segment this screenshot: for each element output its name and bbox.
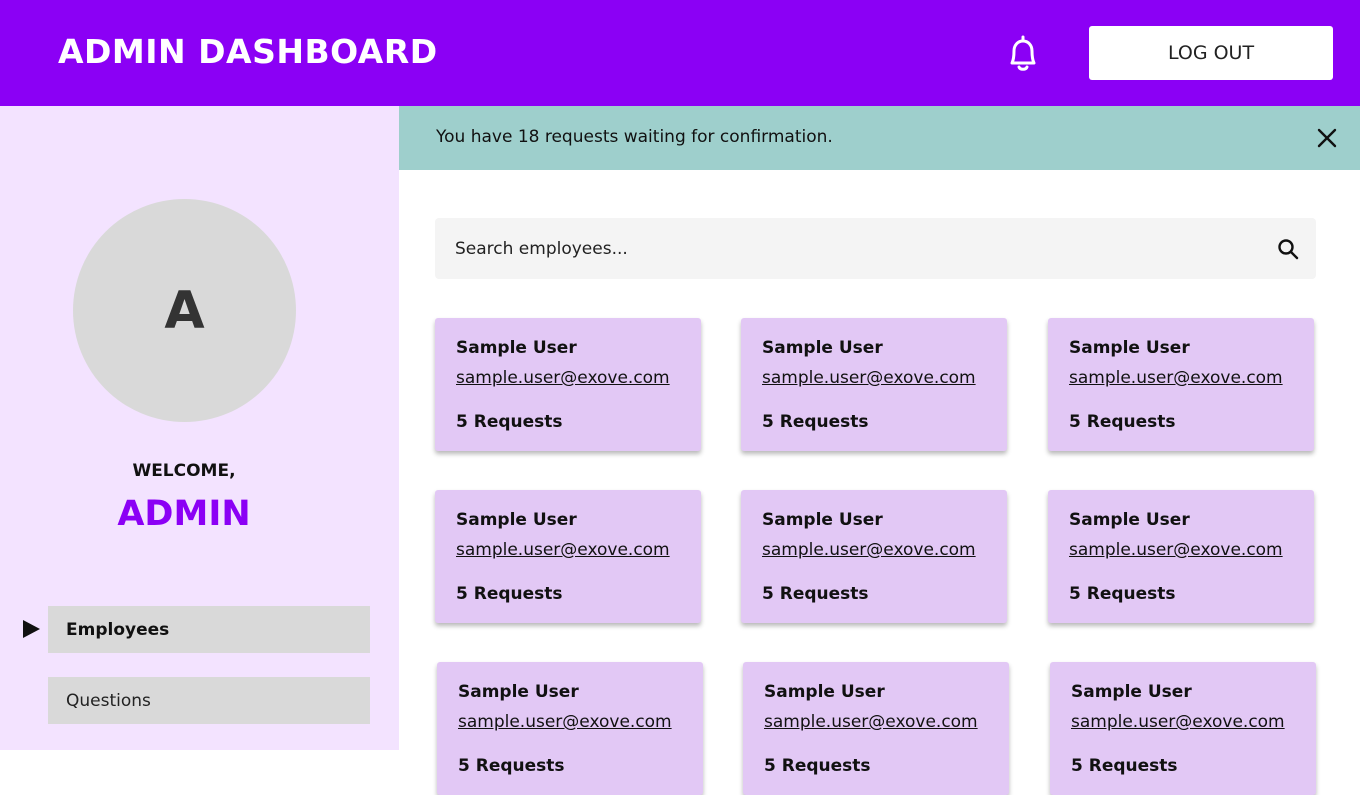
employee-requests: 5 Requests bbox=[1069, 412, 1176, 432]
search-bar bbox=[435, 218, 1316, 279]
main-content: You have 18 requests waiting for confirm… bbox=[399, 106, 1360, 795]
banner-message: You have 18 requests waiting for confirm… bbox=[436, 127, 833, 147]
sidebar-item-employees[interactable]: Employees bbox=[48, 606, 370, 653]
sidebar: A WELCOME, ADMIN Employees Questions bbox=[0, 106, 399, 750]
employee-requests: 5 Requests bbox=[762, 584, 869, 604]
employee-card[interactable]: Sample User sample.user@exove.com 5 Requ… bbox=[435, 318, 701, 451]
employee-email-link[interactable]: sample.user@exove.com bbox=[1071, 712, 1316, 756]
search-input[interactable] bbox=[435, 218, 1255, 279]
search-icon[interactable] bbox=[1277, 238, 1299, 260]
logout-button[interactable]: LOG OUT bbox=[1089, 26, 1333, 80]
employee-requests: 5 Requests bbox=[762, 412, 869, 432]
employee-name: Sample User bbox=[764, 682, 885, 702]
employee-name: Sample User bbox=[1069, 510, 1190, 530]
employee-requests: 5 Requests bbox=[764, 756, 871, 776]
sidebar-item-label: Employees bbox=[66, 619, 170, 640]
avatar: A bbox=[73, 199, 296, 422]
employee-email-link[interactable]: sample.user@exove.com bbox=[456, 368, 701, 412]
employee-email-link[interactable]: sample.user@exove.com bbox=[1069, 368, 1314, 412]
employee-name: Sample User bbox=[762, 510, 883, 530]
employee-requests: 5 Requests bbox=[1071, 756, 1178, 776]
employee-card[interactable]: Sample User sample.user@exove.com 5 Requ… bbox=[743, 662, 1009, 795]
close-icon[interactable] bbox=[1315, 126, 1339, 150]
employee-requests: 5 Requests bbox=[456, 412, 563, 432]
notification-banner: You have 18 requests waiting for confirm… bbox=[399, 106, 1360, 170]
employee-name: Sample User bbox=[456, 510, 577, 530]
avatar-initial: A bbox=[164, 280, 205, 341]
employee-name: Sample User bbox=[456, 338, 577, 358]
sidebar-item-label: Questions bbox=[66, 690, 151, 711]
employee-card[interactable]: Sample User sample.user@exove.com 5 Requ… bbox=[437, 662, 703, 795]
employee-email-link[interactable]: sample.user@exove.com bbox=[762, 368, 1007, 412]
welcome-label: WELCOME, bbox=[132, 461, 236, 481]
employee-card[interactable]: Sample User sample.user@exove.com 5 Requ… bbox=[1048, 490, 1314, 623]
employee-card[interactable]: Sample User sample.user@exove.com 5 Requ… bbox=[741, 490, 1007, 623]
active-nav-arrow-icon bbox=[23, 620, 40, 638]
employee-card[interactable]: Sample User sample.user@exove.com 5 Requ… bbox=[435, 490, 701, 623]
employee-requests: 5 Requests bbox=[458, 756, 565, 776]
employee-email-link[interactable]: sample.user@exove.com bbox=[1069, 540, 1314, 584]
employee-email-link[interactable]: sample.user@exove.com bbox=[762, 540, 1007, 584]
top-header: ADMIN DASHBOARD LOG OUT bbox=[0, 0, 1360, 106]
bell-icon[interactable] bbox=[1003, 34, 1043, 74]
app-title: ADMIN DASHBOARD bbox=[58, 32, 438, 71]
employee-email-link[interactable]: sample.user@exove.com bbox=[456, 540, 701, 584]
employee-email-link[interactable]: sample.user@exove.com bbox=[458, 712, 703, 756]
admin-name: ADMIN bbox=[117, 494, 251, 534]
employee-card[interactable]: Sample User sample.user@exove.com 5 Requ… bbox=[741, 318, 1007, 451]
sidebar-item-questions[interactable]: Questions bbox=[48, 677, 370, 724]
employee-name: Sample User bbox=[458, 682, 579, 702]
employee-requests: 5 Requests bbox=[456, 584, 563, 604]
employee-name: Sample User bbox=[762, 338, 883, 358]
employee-name: Sample User bbox=[1069, 338, 1190, 358]
employee-card[interactable]: Sample User sample.user@exove.com 5 Requ… bbox=[1048, 318, 1314, 451]
employee-name: Sample User bbox=[1071, 682, 1192, 702]
employee-requests: 5 Requests bbox=[1069, 584, 1176, 604]
employee-email-link[interactable]: sample.user@exove.com bbox=[764, 712, 1009, 756]
employee-card[interactable]: Sample User sample.user@exove.com 5 Requ… bbox=[1050, 662, 1316, 795]
